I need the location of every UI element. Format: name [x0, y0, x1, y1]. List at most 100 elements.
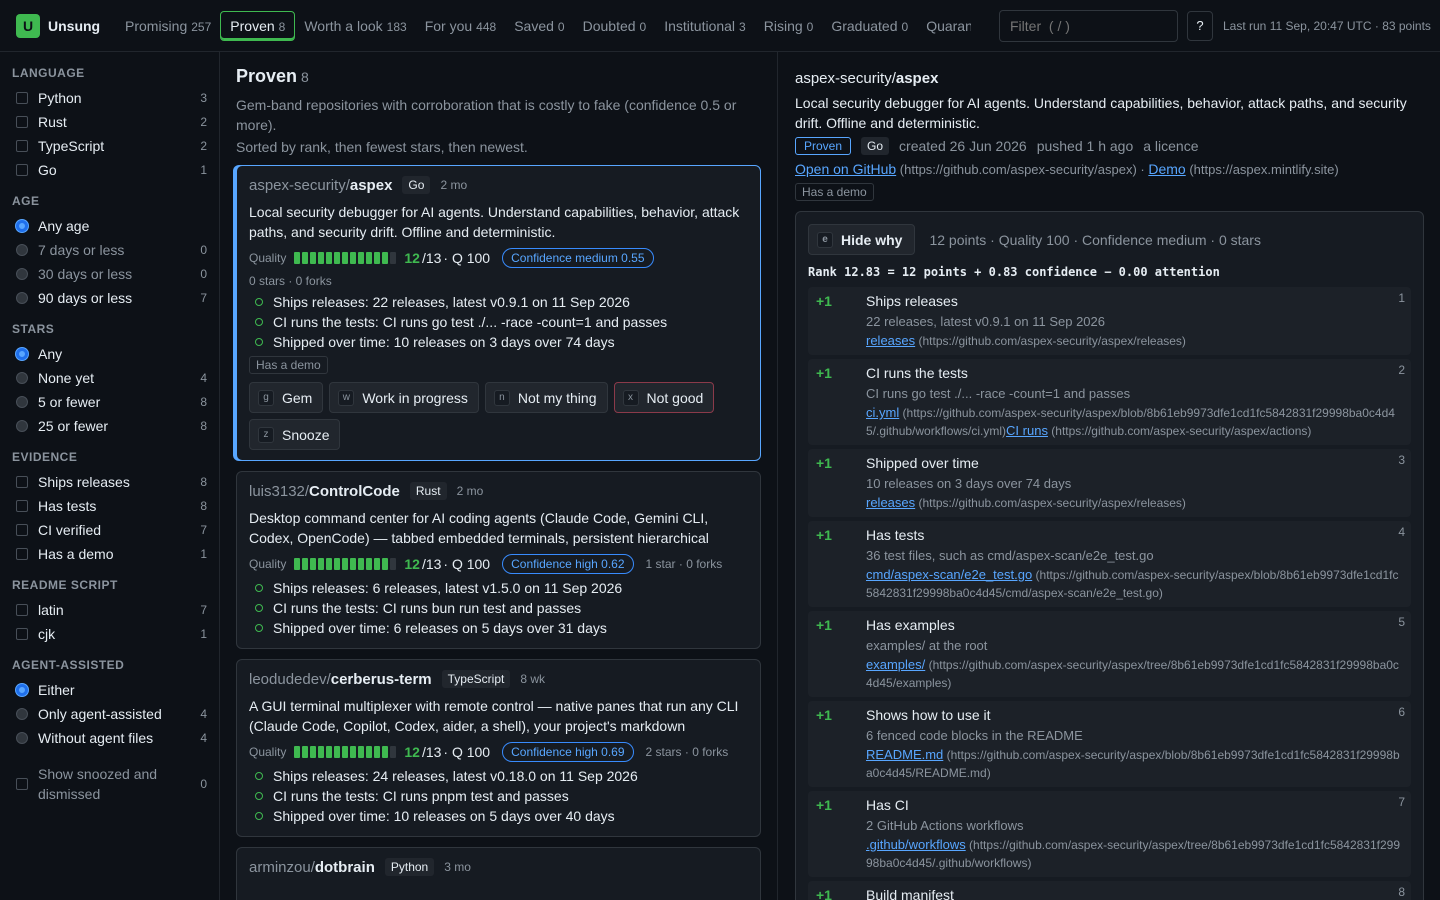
source-link[interactable]: examples/ — [866, 657, 925, 672]
checkbox[interactable] — [16, 164, 28, 176]
evidence-option-has-a-demo[interactable]: Has a demo 1 — [12, 542, 207, 566]
evidence-options: Ships releases 8 Has tests 8 CI verified 7 Has… — [12, 470, 207, 566]
age-option-30-days-or-less[interactable]: 30 days or less 0 — [12, 262, 207, 286]
readme-option-latin[interactable]: latin 7 — [12, 598, 207, 622]
github-link[interactable]: Open on GitHub — [795, 161, 896, 177]
evidence-option-has-tests[interactable]: Has tests 8 — [12, 494, 207, 518]
repo-owner: aspex-security/ — [249, 176, 350, 194]
reason-row: +1 Has tests 36 test files, such as cmd/as… — [808, 521, 1411, 607]
show-snoozed-toggle[interactable]: Show snoozed and dismissed 0 — [12, 762, 207, 806]
checkbox[interactable] — [16, 476, 28, 488]
reason-title: Has CI — [866, 797, 909, 813]
tab-saved[interactable]: Saved 0 — [505, 12, 573, 40]
radio-button[interactable] — [16, 220, 28, 232]
repo-card[interactable]: leodudedev/cerberus-term TypeScript 8 wk A … — [236, 659, 761, 837]
source-link[interactable]: releases — [866, 333, 915, 348]
stars-option-25-or-fewer[interactable]: 25 or fewer 8 — [12, 414, 207, 438]
help-button[interactable]: ? — [1187, 10, 1213, 41]
agent-option-without-agent-files[interactable]: Without agent files 4 — [12, 726, 207, 750]
quality-segment — [342, 558, 349, 570]
action-label: Work in progress — [362, 389, 468, 406]
detail-meta: Proven Go created 26 Jun 2026 pushed 1 h… — [795, 137, 1424, 155]
language-option-python[interactable]: Python 3 — [12, 86, 207, 110]
filter-input[interactable] — [999, 9, 1178, 42]
checkbox[interactable] — [16, 524, 28, 536]
repo-card[interactable]: aspex-security/aspex Go 2 mo Local security… — [236, 165, 761, 461]
evidence-option-ships-releases[interactable]: Ships releases 8 — [12, 470, 207, 494]
language-option-rust[interactable]: Rust 2 — [12, 110, 207, 134]
stars-option-any[interactable]: Any — [12, 342, 207, 366]
reason-body: Shows how to use it 6 fenced code blocks … — [866, 705, 1405, 782]
source-link[interactable]: releases — [866, 495, 915, 510]
option-label: Either — [38, 682, 75, 698]
radio-button[interactable] — [16, 372, 28, 384]
stars-option-none-yet[interactable]: None yet 4 — [12, 366, 207, 390]
source-link[interactable]: ci.yml — [866, 405, 899, 420]
repo-name[interactable]: cerberus-term — [331, 671, 432, 688]
detail-title: aspex-security/aspex — [795, 70, 1424, 87]
quality-segment — [310, 558, 317, 570]
agent-option-only-agent-assisted[interactable]: Only agent-assisted 4 — [12, 702, 207, 726]
source-link[interactable]: .github/workflows — [866, 837, 966, 852]
agent-option-either[interactable]: Either — [12, 678, 207, 702]
radio-button[interactable] — [16, 268, 28, 280]
checkbox[interactable] — [16, 116, 28, 128]
repo-card[interactable]: luis3132/ControlCode Rust 2 mo Desktop comm… — [236, 471, 761, 649]
tab-proven[interactable]: Proven 8 — [220, 10, 296, 41]
evidence-option-ci-verified[interactable]: CI verified 7 — [12, 518, 207, 542]
language-option-go[interactable]: Go 1 — [12, 158, 207, 182]
reason-detail: 2 GitHub Actions workflows — [866, 818, 1024, 833]
tab-institutional[interactable]: Institutional 3 — [655, 12, 755, 40]
checkbox[interactable] — [16, 604, 28, 616]
work-in-progress-button[interactable]: w Work in progress — [329, 382, 479, 413]
hide-why-button[interactable]: e Hide why — [808, 224, 916, 255]
radio-button[interactable] — [16, 292, 28, 304]
tab-promising[interactable]: Promising 257 — [116, 12, 220, 40]
gem-button[interactable]: g Gem — [249, 382, 324, 413]
checkbox[interactable] — [16, 500, 28, 512]
age-option-7-days-or-less[interactable]: 7 days or less 0 — [12, 238, 207, 262]
show-snoozed-checkbox[interactable] — [16, 778, 28, 790]
stars-option-5-or-fewer[interactable]: 5 or fewer 8 — [12, 390, 207, 414]
radio-button[interactable] — [16, 420, 28, 432]
tab-rising[interactable]: Rising 0 — [755, 12, 823, 40]
tab-for-you[interactable]: For you 448 — [416, 12, 506, 40]
radio-button[interactable] — [16, 396, 28, 408]
radio-button[interactable] — [16, 348, 28, 360]
repo-card[interactable]: arminzou/dotbrain Python 3 mo — [236, 847, 761, 900]
tab-count: 448 — [476, 19, 497, 34]
tab-quarantined[interactable]: Quarantined — [917, 12, 971, 40]
snooze-button[interactable]: z Snooze — [249, 419, 341, 450]
radio-button[interactable] — [16, 732, 28, 744]
demo-link[interactable]: Demo — [1148, 161, 1185, 177]
quality-score-max: /13 — [421, 556, 442, 572]
checkbox[interactable] — [16, 92, 28, 104]
tab-worth-a-look[interactable]: Worth a look 183 — [295, 12, 415, 40]
readme-script-filter-group: README SCRIPT latin 7 cjk 1 — [12, 578, 207, 646]
source-link[interactable]: cmd/aspex-scan/e2e_test.go — [866, 567, 1032, 582]
age-option-any-age[interactable]: Any age — [12, 214, 207, 238]
age-option-90-days-or-less[interactable]: 90 days or less 7 — [12, 286, 207, 310]
source-link[interactable]: CI runs — [1006, 423, 1048, 438]
repo-name[interactable]: aspex — [350, 177, 393, 194]
radio-button[interactable] — [16, 244, 28, 256]
not-my-thing-button[interactable]: n Not my thing — [484, 382, 608, 413]
radio-button[interactable] — [16, 708, 28, 720]
quality-segment — [334, 252, 341, 264]
repo-description: Desktop command center for AI coding age… — [249, 510, 709, 546]
language-option-typescript[interactable]: TypeScript 2 — [12, 134, 207, 158]
checkbox[interactable] — [16, 548, 28, 560]
checkbox[interactable] — [16, 140, 28, 152]
tab-doubted[interactable]: Doubted 0 — [574, 12, 656, 40]
checkbox[interactable] — [16, 628, 28, 640]
quality-meter — [294, 252, 397, 264]
repo-name[interactable]: dotbrain — [315, 859, 375, 876]
quality-row: Quality 12/13 · Q 100 Confidence high 0.62 1… — [249, 554, 748, 574]
readme-option-cjk[interactable]: cjk 1 — [12, 622, 207, 646]
not-good-button[interactable]: x Not good — [613, 382, 715, 413]
tab-graduated[interactable]: Graduated 0 — [822, 12, 917, 40]
source-link[interactable]: README.md — [866, 747, 943, 762]
brand[interactable]: U Unsung — [16, 13, 108, 38]
radio-button[interactable] — [16, 684, 28, 696]
repo-name[interactable]: ControlCode — [309, 483, 400, 500]
